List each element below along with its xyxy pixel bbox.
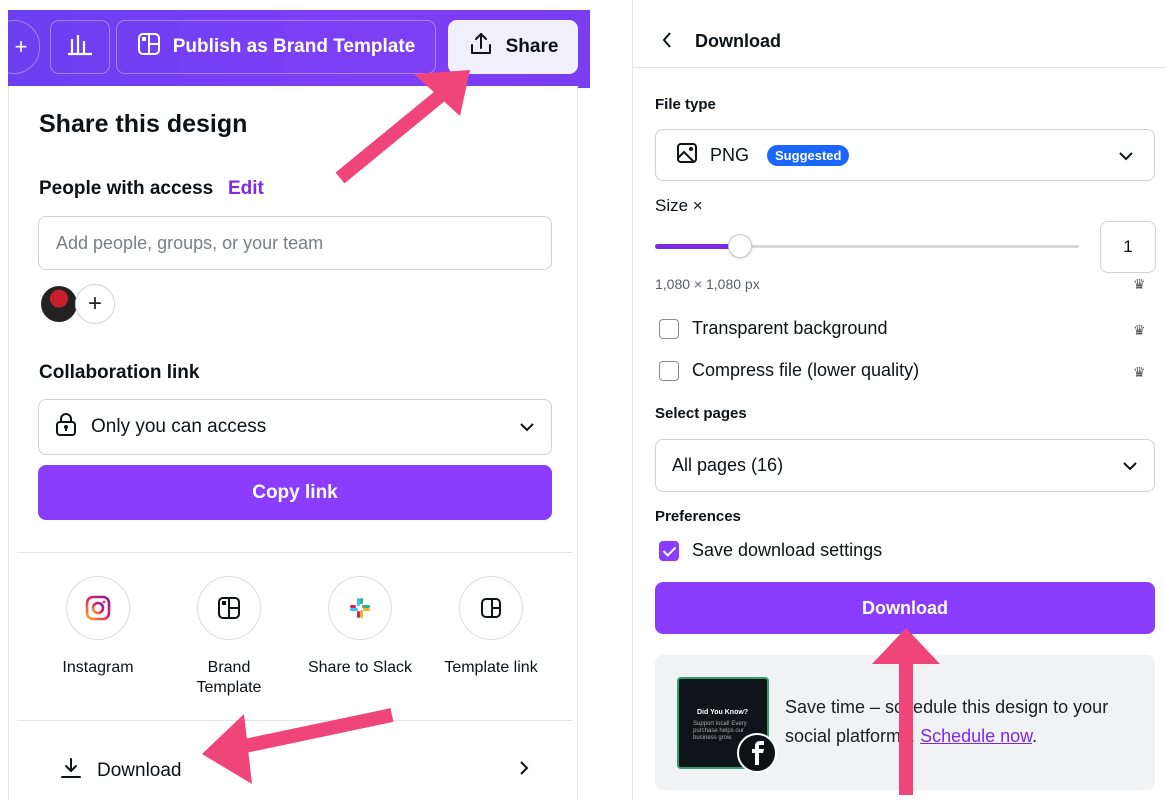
arrow-to-share: [335, 90, 445, 184]
arrowhead-download-item: [202, 714, 252, 784]
annotation-arrows: [202, 70, 940, 795]
arrowhead-download-button: [872, 628, 940, 664]
arrow-to-download-item: [238, 708, 394, 754]
